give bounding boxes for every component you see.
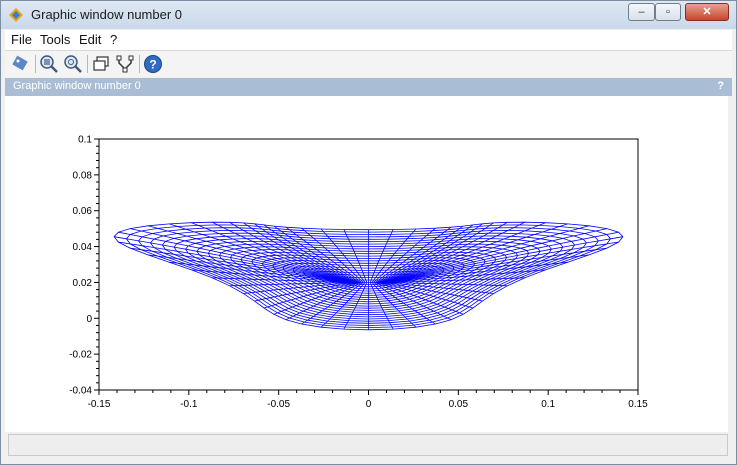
help-icon[interactable]: ? <box>143 54 163 74</box>
info-bar: Graphic window number 0 ? <box>5 78 732 96</box>
minimize-button[interactable]: – <box>628 3 655 21</box>
pointer-icon[interactable] <box>11 54 31 74</box>
x-tick-label: 0.05 <box>449 399 469 410</box>
graphic-window: Graphic window number 0 – ▫ ✕ File Tools… <box>0 0 737 465</box>
y-tick-label: 0.1 <box>78 135 92 146</box>
x-tick-label: -0.15 <box>88 399 111 410</box>
rotate-window-icon[interactable] <box>91 54 111 74</box>
menu-edit[interactable]: Edit <box>79 32 101 47</box>
y-tick-label: 0 <box>86 314 92 325</box>
x-tick-label: -0.05 <box>267 399 290 410</box>
y-tick-label: 0.06 <box>73 206 93 217</box>
x-tick-label: 0 <box>366 399 372 410</box>
plot-svg[interactable]: -0.15 -0.1 -0.05 0 0.05 0.1 0.15 -0.04 -0.02 0 0.… <box>5 96 728 432</box>
toolbar-separator <box>35 55 36 73</box>
toolbar-separator <box>87 55 88 73</box>
toolbar-separator <box>139 55 140 73</box>
info-bar-title: Graphic window number 0 <box>13 80 141 92</box>
x-tick-label: -0.1 <box>180 399 198 410</box>
wireframe-mesh <box>113 221 624 331</box>
menu-help[interactable]: ? <box>110 32 117 47</box>
y-tick-label: -0.04 <box>69 386 92 397</box>
x-axis-ticks: -0.15 -0.1 -0.05 0 0.05 0.1 0.15 <box>88 390 648 410</box>
scilab-app-icon <box>9 8 23 22</box>
maximize-button[interactable]: ▫ <box>655 3 681 21</box>
x-tick-label: 0.15 <box>628 399 648 410</box>
title-bar[interactable]: Graphic window number 0 – ▫ ✕ <box>1 1 736 29</box>
close-button[interactable]: ✕ <box>685 3 729 21</box>
x-tick-label: 0.1 <box>541 399 555 410</box>
y-tick-label: 0.02 <box>73 278 93 289</box>
status-bar <box>8 434 728 456</box>
unzoom-icon[interactable] <box>63 54 83 74</box>
info-bar-help-icon[interactable]: ? <box>717 80 724 92</box>
y-tick-label: 0.04 <box>73 242 93 253</box>
y-tick-label: 0.08 <box>73 170 93 181</box>
svg-text:?: ? <box>149 58 156 72</box>
menu-file[interactable]: File <box>11 32 32 47</box>
y-tick-label: -0.02 <box>69 350 92 361</box>
zoom-icon[interactable] <box>39 54 59 74</box>
menu-bar: File Tools Edit ? <box>5 30 732 51</box>
y-axis-ticks: -0.04 -0.02 0 0.02 0.04 0.06 0.08 0.1 <box>69 135 99 397</box>
datatip-icon[interactable] <box>115 54 135 74</box>
window-title: Graphic window number 0 <box>31 7 183 22</box>
menu-tools[interactable]: Tools <box>40 32 70 47</box>
graphic-canvas[interactable]: -0.15 -0.1 -0.05 0 0.05 0.1 0.15 -0.04 -0.02 0 0.… <box>5 96 728 432</box>
toolbar: ? <box>5 51 732 77</box>
